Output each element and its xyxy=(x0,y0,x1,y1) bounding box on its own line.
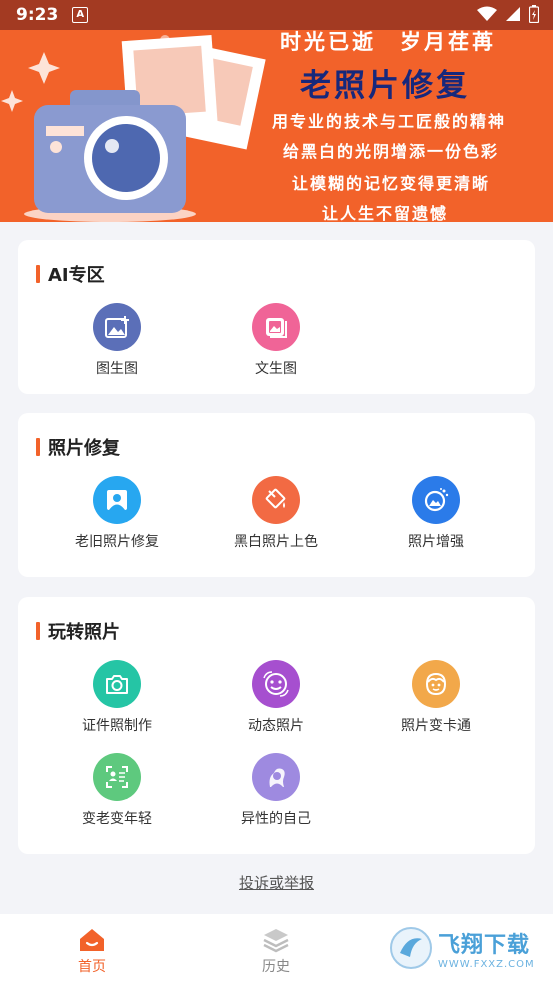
repair-section-title: 照片修复 xyxy=(36,434,120,460)
report-link[interactable]: 投诉或举报 xyxy=(0,872,553,893)
banner-line-1: 时光已逝 岁月荏苒 xyxy=(280,30,496,54)
ai-section-card: AI专区 图生图 文生图 xyxy=(18,240,535,394)
section-accent-bar xyxy=(36,265,40,283)
enhance-photo-icon xyxy=(412,476,460,524)
age-change-label: 变老变年轻 xyxy=(82,811,152,827)
old-photo-repair-button[interactable]: 老旧照片修复 xyxy=(37,476,197,551)
gender-swap-label: 异性的自己 xyxy=(241,811,311,827)
home-icon xyxy=(80,929,104,951)
cartoon-photo-label: 照片变卡通 xyxy=(401,718,471,734)
status-bar: 9:23 A xyxy=(0,0,553,30)
cartoon-face-icon xyxy=(412,660,460,708)
image-to-image-label: 图生图 xyxy=(96,361,138,377)
ai-section-title: AI专区 xyxy=(36,261,105,287)
notification-a-icon: A xyxy=(72,7,89,23)
status-time: 9:23 xyxy=(16,5,59,25)
age-change-button[interactable]: 变老变年轻 xyxy=(37,753,197,828)
status-icons xyxy=(477,5,539,23)
live-photo-button[interactable]: 动态照片 xyxy=(196,660,356,735)
signal-icon xyxy=(506,7,520,21)
site-watermark: 飞翔下载 WWW.FXXZ.COM xyxy=(388,925,540,971)
repair-section-title-text: 照片修复 xyxy=(48,438,120,459)
nav-history[interactable]: 历史 xyxy=(236,926,316,976)
paint-bucket-icon xyxy=(252,476,300,524)
colorize-photo-label: 黑白照片上色 xyxy=(234,534,318,550)
face-scan-icon xyxy=(93,753,141,801)
live-photo-label: 动态照片 xyxy=(248,718,304,734)
colorize-photo-button[interactable]: 黑白照片上色 xyxy=(196,476,356,551)
layers-icon xyxy=(263,929,289,953)
battery-icon xyxy=(529,5,539,23)
wifi-icon xyxy=(477,6,497,21)
watermark-logo-icon xyxy=(390,927,432,969)
watermark-title: 飞翔下载 xyxy=(438,932,531,958)
fun-section-title-text: 玩转照片 xyxy=(48,622,120,643)
portrait-icon xyxy=(93,476,141,524)
section-accent-bar xyxy=(36,438,40,456)
banner-line-4: 给黑白的光阴增添一份色彩 xyxy=(283,142,500,161)
photo-enhance-button[interactable]: 照片增强 xyxy=(356,476,516,551)
nav-home-label: 首页 xyxy=(78,959,106,975)
id-photo-label: 证件照制作 xyxy=(82,718,152,734)
image-to-image-button[interactable]: 图生图 xyxy=(37,303,197,378)
smiley-face-icon xyxy=(252,660,300,708)
repair-section-card: 照片修复 老旧照片修复 黑白照片上色 照片增强 xyxy=(18,413,535,577)
camera-icon xyxy=(93,660,141,708)
photo-enhance-label: 照片增强 xyxy=(408,534,464,550)
banner-headline: 老照片修复 xyxy=(300,68,470,104)
gender-swap-button[interactable]: 异性的自己 xyxy=(196,753,356,828)
image-plus-icon xyxy=(93,303,141,351)
banner-line-3: 用专业的技术与工匠般的精神 xyxy=(272,112,507,131)
hero-banner[interactable]: 时光已逝 岁月荏苒 老照片修复 用专业的技术与工匠般的精神 给黑白的光阴增添一份… xyxy=(0,30,553,222)
fun-section-card: 玩转照片 证件照制作 动态照片 照片变卡通 变老变年轻 异性的自己 xyxy=(18,597,535,854)
nav-home[interactable]: 首页 xyxy=(52,926,132,976)
watermark-subtitle: WWW.FXXZ.COM xyxy=(438,958,535,970)
photo-stack-icon xyxy=(252,303,300,351)
nav-history-label: 历史 xyxy=(262,959,290,975)
section-accent-bar xyxy=(36,622,40,640)
fun-section-title: 玩转照片 xyxy=(36,618,120,644)
text-to-image-label: 文生图 xyxy=(255,361,297,377)
ai-section-title-text: AI专区 xyxy=(48,265,105,286)
id-photo-button[interactable]: 证件照制作 xyxy=(37,660,197,735)
cartoon-photo-button[interactable]: 照片变卡通 xyxy=(356,660,516,735)
old-photo-repair-label: 老旧照片修复 xyxy=(75,534,159,550)
banner-line-5: 让模糊的记忆变得更清晰 xyxy=(292,174,491,193)
gender-swap-icon xyxy=(252,753,300,801)
banner-line-6: 让人生不留遗憾 xyxy=(322,204,449,222)
text-to-image-button[interactable]: 文生图 xyxy=(196,303,356,378)
